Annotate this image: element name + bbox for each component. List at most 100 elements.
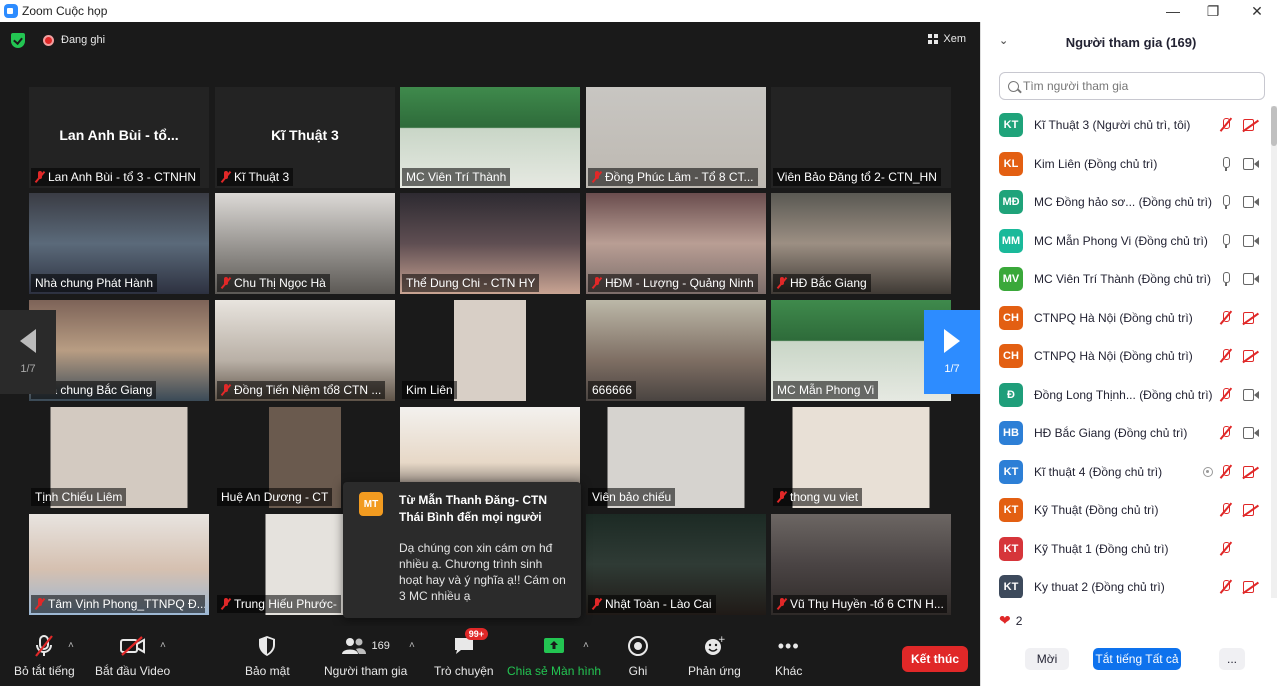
participant-search-input[interactable] xyxy=(1023,79,1253,93)
maximize-icon[interactable]: ❐ xyxy=(1190,0,1236,22)
record-button[interactable]: Ghi xyxy=(627,634,649,678)
video-off-icon[interactable] xyxy=(1243,581,1254,593)
mic-muted-icon[interactable] xyxy=(1219,387,1233,403)
collapse-chevron-icon[interactable]: ⌄ xyxy=(999,34,1008,47)
share-screen-icon xyxy=(542,634,566,658)
shield-icon xyxy=(257,634,277,658)
video-tile[interactable]: Đồng Tiến Niệm tổ8 CTN ... xyxy=(215,300,395,401)
mic-icon[interactable] xyxy=(1219,233,1233,249)
video-tile[interactable]: Thể Dung Chi - CTN HY xyxy=(400,193,580,294)
panel-more-button[interactable]: ... xyxy=(1219,648,1245,670)
video-tile[interactable]: HĐM - Lượng - Quảng Ninh xyxy=(586,193,766,294)
mic-icon[interactable] xyxy=(1219,156,1233,172)
tile-name: Trung Hiếu Phước- xyxy=(234,597,337,611)
participant-row[interactable]: CH CTNPQ Hà Nội (Đồng chủ trì) xyxy=(981,299,1271,337)
reactions-label: Phản ứng xyxy=(688,664,741,678)
reactions-button[interactable]: + Phản ứng xyxy=(688,634,741,678)
participant-search[interactable] xyxy=(999,72,1265,100)
participant-row[interactable]: KT Kĩ thuật 4 (Đồng chủ trì) xyxy=(981,453,1271,491)
video-tile[interactable]: thong vu viet xyxy=(771,407,951,508)
video-tile[interactable]: Tịnh Chiếu Liêm xyxy=(29,407,209,508)
video-icon[interactable] xyxy=(1243,427,1259,439)
mic-muted-icon xyxy=(221,277,231,289)
video-icon[interactable] xyxy=(1243,196,1259,208)
video-tile[interactable]: Nhật Toàn - Lào Cai xyxy=(586,514,766,615)
participant-list-scrollbar[interactable] xyxy=(1271,106,1277,598)
meeting-area: Đang ghi Xem Lan Anh Bùi - tổ... Lan Anh … xyxy=(0,22,980,686)
next-page-button[interactable]: 1/7 xyxy=(924,310,980,394)
chat-button[interactable]: 99+ Trò chuyện xyxy=(434,628,494,678)
mic-muted-icon xyxy=(35,171,45,183)
video-icon[interactable] xyxy=(1243,388,1259,401)
video-tile[interactable]: Vũ Thụ Huyền -tổ 6 CTN H... xyxy=(771,514,951,615)
video-tile[interactable]: Nhà chung Bắc Giang xyxy=(29,300,209,401)
participant-row[interactable]: HB HĐ Bắc Giang (Đồng chủ trì) xyxy=(981,414,1271,452)
mic-muted-icon[interactable] xyxy=(1219,117,1233,133)
mic-muted-icon[interactable] xyxy=(1219,310,1233,326)
video-tile[interactable]: HĐ Bắc Giang xyxy=(771,193,951,294)
video-icon[interactable] xyxy=(1243,234,1259,247)
video-options-chevron-icon[interactable]: ˄ xyxy=(160,640,166,651)
more-button[interactable]: ••• Khác xyxy=(775,634,802,679)
participant-row[interactable]: MM MC Mẫn Phong Vi (Đồng chủ trì) xyxy=(981,222,1271,260)
video-tile[interactable]: MC Viên Trí Thành xyxy=(400,87,580,188)
invite-button[interactable]: Mời xyxy=(1025,648,1069,670)
mic-muted-icon[interactable] xyxy=(1219,348,1233,364)
video-tile[interactable]: 666666 xyxy=(586,300,766,401)
video-tile[interactable]: Kim Liên xyxy=(400,300,580,401)
video-tile[interactable]: Viên Bảo Đăng tổ 2- CTN_HN xyxy=(771,87,951,188)
video-tile[interactable]: Lan Anh Bùi - tổ... Lan Anh Bùi - tổ 3 - … xyxy=(29,87,209,188)
participant-row[interactable]: MV MC Viên Trí Thành (Đồng chủ trì) xyxy=(981,260,1271,298)
close-icon[interactable]: ✕ xyxy=(1234,0,1280,22)
participant-row[interactable]: MĐ MC Đồng hảo sơ... (Đồng chủ trì) xyxy=(981,183,1271,221)
participant-row[interactable]: KT Kĩ Thuật 3 (Người chủ trì, tôi) xyxy=(981,106,1271,144)
video-off-icon[interactable] xyxy=(1243,465,1254,478)
video-tile[interactable]: Đồng Phúc Lâm - Tổ 8 CT... xyxy=(586,87,766,188)
participant-row[interactable]: KT Kỹ Thuật 1 (Đồng chủ trì) xyxy=(981,530,1271,568)
mic-icon[interactable] xyxy=(1219,194,1233,210)
participant-row[interactable]: KT Ky thuat 2 (Đồng chủ trì) xyxy=(981,568,1271,598)
video-icon[interactable] xyxy=(1243,157,1259,170)
video-tile[interactable]: Nhà chung Phát Hành xyxy=(29,193,209,294)
security-button[interactable]: Bảo mật xyxy=(245,634,290,678)
participant-avatar: KT xyxy=(999,498,1023,522)
video-tile[interactable]: Tâm Vịnh Phong_TTNPQ Đ... xyxy=(29,514,209,615)
video-off-icon[interactable] xyxy=(1243,504,1254,516)
svg-text:+: + xyxy=(718,635,725,645)
encryption-shield-icon[interactable] xyxy=(11,33,25,48)
video-icon[interactable] xyxy=(1243,273,1259,285)
mic-muted-icon[interactable] xyxy=(1219,464,1233,480)
video-off-icon[interactable] xyxy=(1243,311,1254,324)
panel-header: ⌄ Người tham gia (169) xyxy=(981,22,1280,62)
end-meeting-button[interactable]: Kết thúc xyxy=(902,646,968,672)
video-tile[interactable]: Chu Thị Ngọc Hà xyxy=(215,193,395,294)
video-off-icon[interactable] xyxy=(1243,350,1254,362)
scrollbar-thumb[interactable] xyxy=(1271,106,1277,146)
mic-muted-icon[interactable] xyxy=(1219,425,1233,441)
mic-muted-icon[interactable] xyxy=(1219,541,1233,557)
video-tile[interactable]: Viên bảo chiếu xyxy=(586,407,766,508)
tile-nameplate: Đồng Phúc Lâm - Tổ 8 CT... xyxy=(588,168,758,186)
chat-label: Trò chuyện xyxy=(434,664,494,678)
mute-all-button[interactable]: Tắt tiếng Tất cả xyxy=(1093,648,1181,670)
mic-muted-icon[interactable] xyxy=(1219,502,1233,518)
start-video-button[interactable]: Bắt đầu Video xyxy=(95,634,170,678)
mic-muted-icon[interactable] xyxy=(1219,579,1233,595)
view-button[interactable]: Xem xyxy=(928,33,966,45)
audio-options-chevron-icon[interactable]: ˄ xyxy=(68,640,74,651)
participant-row[interactable]: KL Kim Liên (Đồng chủ trì) xyxy=(981,145,1271,183)
mic-icon[interactable] xyxy=(1219,271,1233,287)
video-tile[interactable]: Kĩ Thuật 3 Kĩ Thuật 3 xyxy=(215,87,395,188)
participants-options-chevron-icon[interactable]: ˄ xyxy=(409,640,415,651)
chevron-right-icon xyxy=(944,329,960,353)
share-options-chevron-icon[interactable]: ˄ xyxy=(583,640,589,651)
recording-label[interactable]: Đang ghi xyxy=(61,34,105,46)
participant-row[interactable]: KT Kỹ Thuật (Đồng chủ trì) xyxy=(981,491,1271,529)
participant-row[interactable]: Đ Đồng Long Thịnh... (Đồng chủ trì) xyxy=(981,376,1271,414)
unmute-button[interactable]: Bỏ tắt tiếng xyxy=(14,634,75,678)
participants-button[interactable]: 169 Người tham gia xyxy=(324,634,407,678)
participant-row[interactable]: CH CTNPQ Hà Nội (Đồng chủ trì) xyxy=(981,337,1271,375)
chat-notification[interactable]: MT Từ Mẫn Thanh Đăng- CTN Thái Bình đến … xyxy=(343,482,581,618)
video-off-icon[interactable] xyxy=(1243,119,1254,131)
prev-page-button[interactable]: 1/7 xyxy=(0,310,56,394)
